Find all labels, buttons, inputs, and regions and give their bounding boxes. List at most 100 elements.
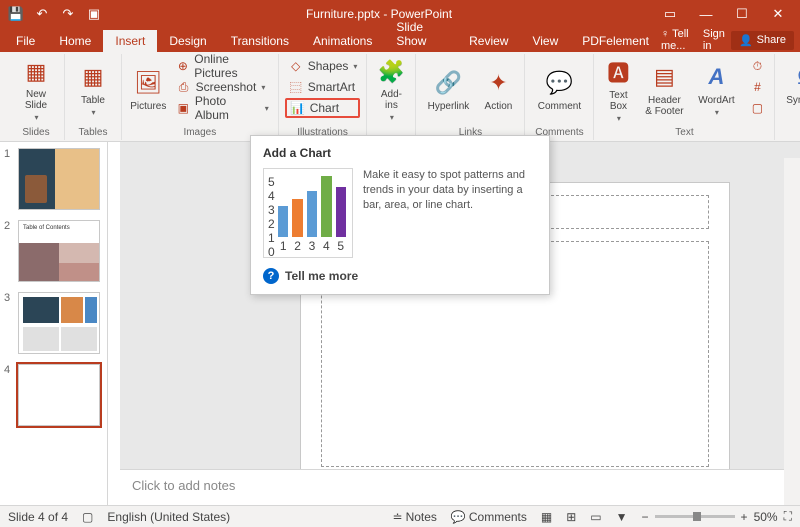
group-links: 🔗 Hyperlink ✦ Action Links — [416, 54, 525, 140]
tell-me-search[interactable]: ♀ Tell me... — [661, 28, 697, 52]
slide-thumbnail-4[interactable] — [18, 364, 100, 426]
group-symbols: Ω Symbols▾ — [775, 54, 800, 140]
new-slide-icon: ▦ — [20, 56, 52, 87]
table-icon: ▦ — [77, 61, 109, 93]
tab-pdfelement[interactable]: PDFelement — [570, 30, 661, 52]
symbols-icon: Ω — [789, 61, 800, 93]
action-button[interactable]: ✦ Action — [478, 56, 518, 122]
shapes-button[interactable]: ◇Shapes▾ — [285, 56, 361, 76]
zoom-level[interactable]: 50% — [754, 510, 778, 524]
vertical-scrollbar[interactable] — [784, 158, 800, 505]
notes-pane[interactable]: Click to add notes — [120, 469, 800, 505]
group-text: 🅰 Text Box▾ ▤ Header & Footer A WordArt▾… — [594, 54, 775, 140]
header-footer-icon: ▤ — [648, 61, 680, 93]
sorter-view-button[interactable]: ⊞ — [566, 510, 576, 524]
zoom-in-button[interactable]: + — [741, 510, 748, 524]
smartart-button[interactable]: ⿳SmartArt — [285, 77, 361, 97]
fit-to-window-button[interactable]: ⛶ — [784, 509, 792, 524]
notes-toggle[interactable]: ≐ Notes — [393, 510, 437, 524]
slide-thumbnails-pane: 1 2 Table of Contents 3 4 — [0, 142, 108, 505]
comment-icon: 💬 — [543, 67, 575, 99]
text-extra-3[interactable]: ▢ — [746, 98, 768, 118]
tell-me-more-link[interactable]: ? Tell me more — [263, 268, 537, 284]
chart-button[interactable]: 📊Chart — [285, 98, 361, 118]
chart-tooltip: Add a Chart 543210 12345 Make it easy to… — [250, 135, 550, 295]
hyperlink-button[interactable]: 🔗 Hyperlink — [422, 56, 474, 122]
quick-access-toolbar: 💾 ↶ ↷ ▣ — [4, 2, 106, 26]
sign-in-link[interactable]: Sign in — [703, 28, 725, 52]
tab-file[interactable]: File — [4, 30, 47, 52]
addins-button[interactable]: 🧩 Add- ins ▾ — [373, 56, 409, 122]
slide-thumbnail-2[interactable]: Table of Contents — [18, 220, 100, 282]
window-controls: ▭ — ☐ ✕ — [652, 0, 796, 28]
slide-number-icon: # — [749, 79, 765, 95]
tab-review[interactable]: Review — [457, 30, 520, 52]
wordart-button[interactable]: A WordArt▾ — [692, 56, 740, 122]
maximize-button[interactable]: ☐ — [724, 0, 760, 28]
ribbon: ▦ New Slide ▾ Slides ▦ Table ▾ Tables 🖼 … — [0, 52, 800, 142]
group-comments: 💬 Comment Comments — [525, 54, 594, 140]
tab-slideshow[interactable]: Slide Show — [384, 16, 457, 52]
comments-toggle[interactable]: 💬 Comments — [451, 510, 527, 524]
redo-button[interactable]: ↷ — [56, 2, 80, 26]
screenshot-icon: ⎙ — [176, 79, 192, 95]
normal-view-button[interactable]: ▦ — [541, 510, 552, 524]
online-pictures-icon: ⊕ — [176, 58, 191, 74]
window-title: Furniture.pptx - PowerPoint — [106, 7, 652, 21]
addins-icon: 🧩 — [375, 56, 407, 87]
online-pictures-button[interactable]: ⊕Online Pictures — [173, 56, 272, 76]
zoom-slider[interactable] — [655, 515, 735, 518]
text-extra-2[interactable]: # — [746, 77, 768, 97]
tooltip-description: Make it easy to spot patterns and trends… — [363, 168, 537, 258]
photo-album-button[interactable]: ▣Photo Album▾ — [173, 98, 272, 118]
share-button[interactable]: 👤Share — [731, 31, 794, 50]
pictures-button[interactable]: 🖼 Pictures — [128, 56, 169, 122]
hyperlink-icon: 🔗 — [432, 67, 464, 99]
pictures-icon: 🖼 — [132, 67, 164, 99]
ribbon-options-button[interactable]: ▭ — [652, 0, 688, 28]
comment-button[interactable]: 💬 Comment — [531, 56, 587, 122]
tab-insert[interactable]: Insert — [103, 30, 157, 52]
status-bar: Slide 4 of 4 ▢ English (United States) ≐… — [0, 505, 800, 527]
zoom-out-button[interactable]: − — [642, 510, 649, 524]
shapes-icon: ◇ — [288, 58, 304, 74]
slide-thumbnail-3[interactable] — [18, 292, 100, 354]
undo-button[interactable]: ↶ — [30, 2, 54, 26]
symbols-button[interactable]: Ω Symbols▾ — [781, 56, 800, 122]
slide-thumbnail-1[interactable] — [18, 148, 100, 210]
tab-transitions[interactable]: Transitions — [219, 30, 301, 52]
photo-album-icon: ▣ — [176, 100, 191, 116]
start-slideshow-button[interactable]: ▣ — [82, 2, 106, 26]
zoom-control: − + 50% ⛶ — [642, 509, 792, 524]
language-indicator[interactable]: English (United States) — [107, 510, 230, 524]
header-footer-button[interactable]: ▤ Header & Footer — [640, 56, 688, 122]
date-time-icon: ⏱ — [749, 58, 765, 74]
group-slides: ▦ New Slide ▾ Slides — [8, 54, 65, 140]
text-extra-1[interactable]: ⏱ — [746, 56, 768, 76]
smartart-icon: ⿳ — [288, 79, 304, 95]
save-button[interactable]: 💾 — [4, 2, 28, 26]
action-icon: ✦ — [482, 67, 514, 99]
slideshow-view-button[interactable]: ▼ — [616, 510, 628, 524]
new-slide-button[interactable]: ▦ New Slide ▾ — [14, 56, 58, 122]
text-box-button[interactable]: 🅰 Text Box▾ — [600, 56, 636, 122]
chart-icon: 📊 — [290, 100, 306, 116]
ribbon-tabs: File Home Insert Design Transitions Anim… — [0, 28, 800, 52]
tab-home[interactable]: Home — [47, 30, 103, 52]
spell-check-icon[interactable]: ▢ — [82, 510, 93, 524]
reading-view-button[interactable]: ▭ — [590, 510, 601, 524]
table-button[interactable]: ▦ Table ▾ — [71, 56, 115, 122]
object-icon: ▢ — [749, 100, 765, 116]
tab-animations[interactable]: Animations — [301, 30, 384, 52]
help-icon: ? — [263, 268, 279, 284]
minimize-button[interactable]: — — [688, 0, 724, 28]
tooltip-title: Add a Chart — [263, 146, 537, 160]
tooltip-chart-preview: 543210 12345 — [263, 168, 353, 258]
close-button[interactable]: ✕ — [760, 0, 796, 28]
text-box-icon: 🅰 — [602, 56, 634, 88]
tab-design[interactable]: Design — [157, 30, 218, 52]
group-images: 🖼 Pictures ⊕Online Pictures ⎙Screenshot▾… — [122, 54, 279, 140]
tab-view[interactable]: View — [520, 30, 570, 52]
group-illustrations: ◇Shapes▾ ⿳SmartArt 📊Chart Illustrations — [279, 54, 368, 140]
group-tables: ▦ Table ▾ Tables — [65, 54, 122, 140]
